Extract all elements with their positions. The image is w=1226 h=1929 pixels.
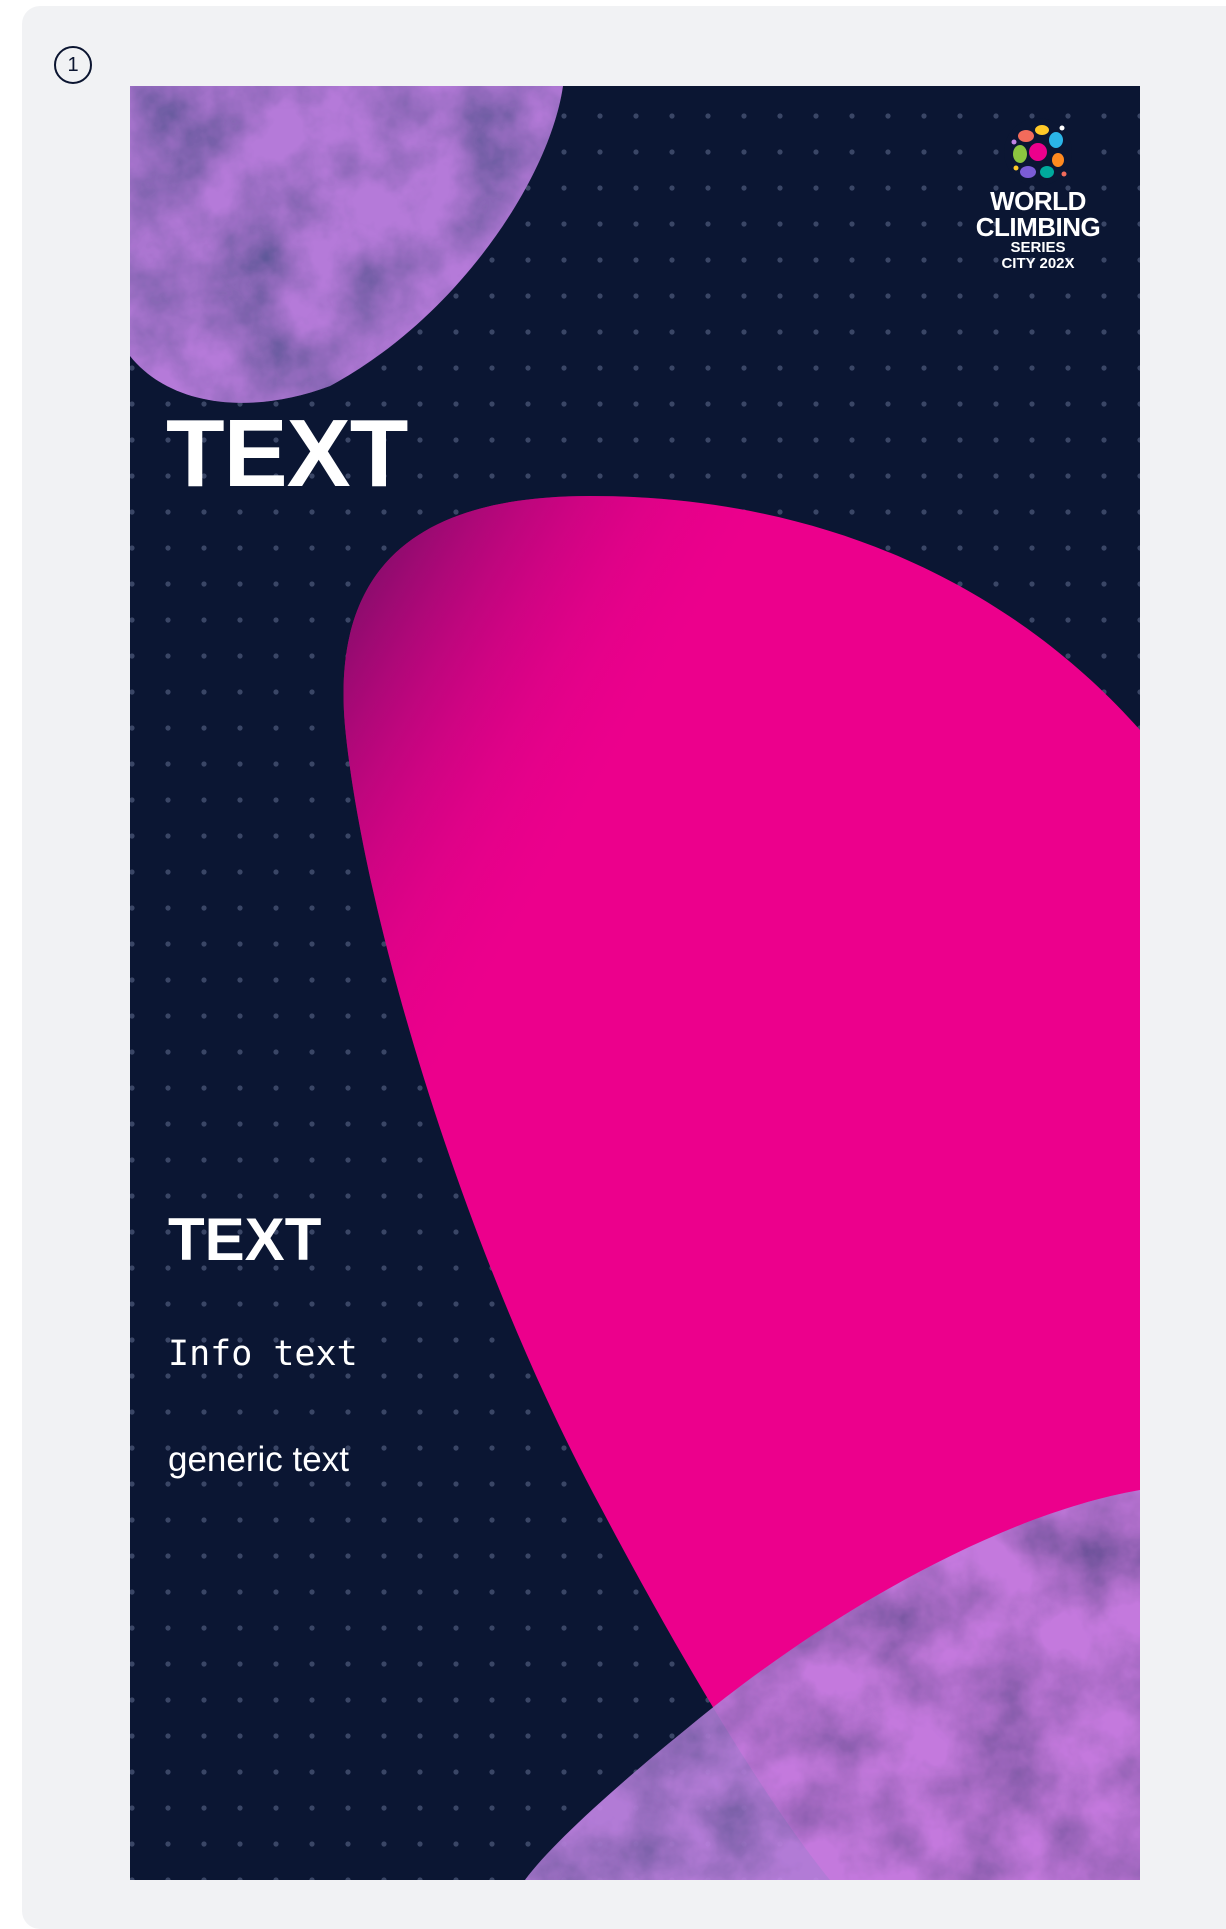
poster-background-art bbox=[130, 86, 1140, 1880]
step-number-badge: 1 bbox=[54, 46, 92, 84]
poster-info-text: Info text bbox=[168, 1334, 358, 1374]
logo-text-series: SERIES bbox=[1010, 239, 1066, 256]
logo-text-city-year: CITY 202X bbox=[1001, 255, 1075, 272]
logo-text-world: WORLD bbox=[990, 186, 1086, 216]
world-climbing-logo: WORLD CLIMBING SERIES CITY 202X bbox=[948, 116, 1128, 272]
poster-subheading: TEXT bbox=[168, 1206, 322, 1273]
poster-headline: TEXT bbox=[166, 400, 408, 507]
poster-generic-text: generic text bbox=[168, 1440, 349, 1479]
poster: WORLD CLIMBING SERIES CITY 202X TEXT TEX… bbox=[130, 86, 1140, 1880]
climbing-holds-emblem-icon bbox=[1004, 118, 1072, 186]
step-number: 1 bbox=[67, 53, 79, 76]
logo-text-climbing: CLIMBING bbox=[975, 212, 1101, 242]
